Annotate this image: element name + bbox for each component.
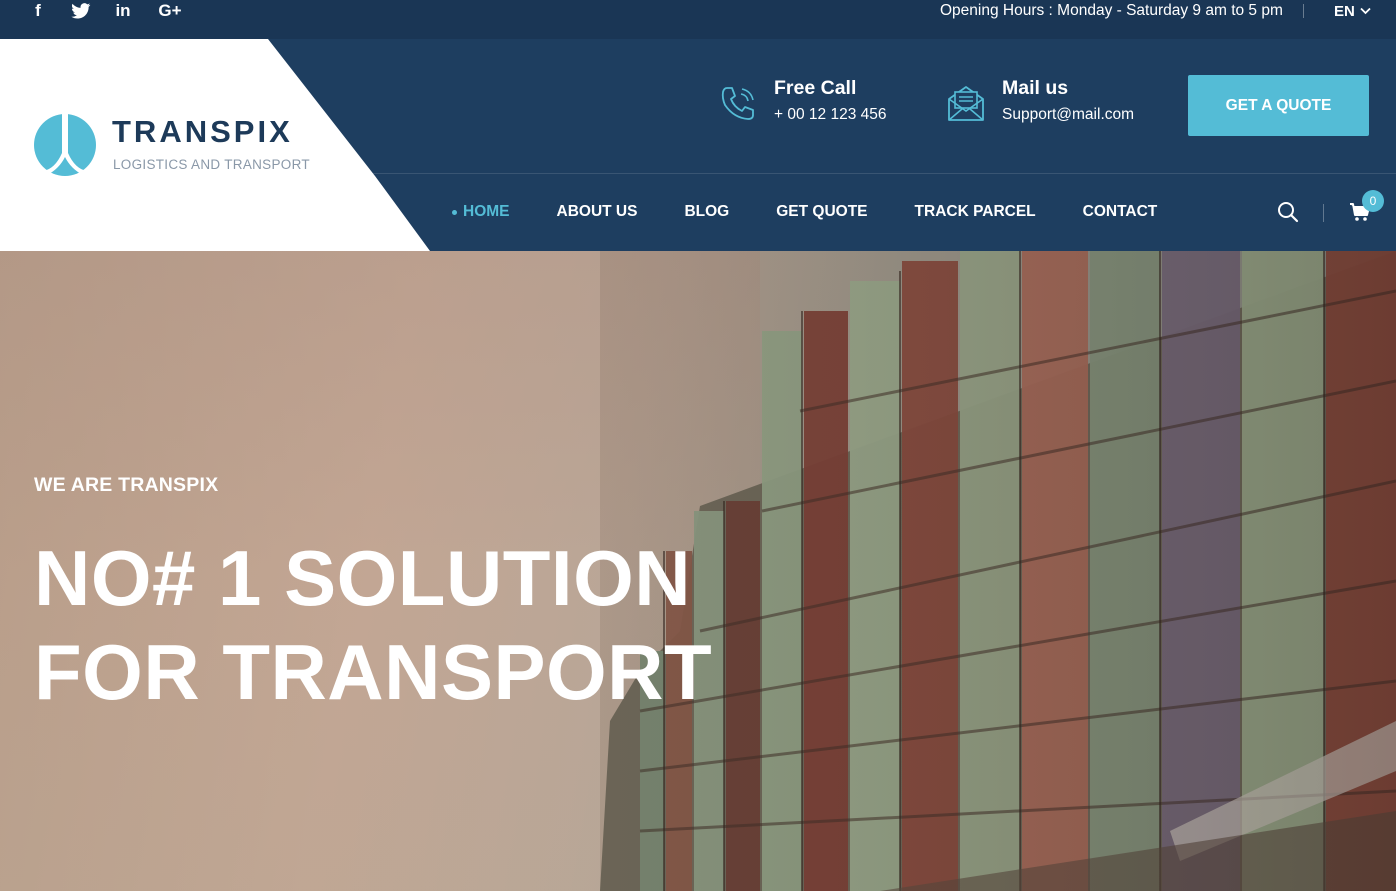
- hero-title-line-2: FOR TRANSPORT: [34, 628, 713, 716]
- call-title: Free Call: [774, 77, 857, 99]
- chevron-down-icon: [1360, 7, 1371, 15]
- topbar-divider: [1303, 4, 1304, 18]
- nav-item-contact[interactable]: CONTACT: [1083, 203, 1158, 221]
- nav-item-blog[interactable]: BLOG: [684, 203, 729, 221]
- logo-icon: [34, 114, 96, 176]
- contact-mail: Mail us Support@mail.com: [946, 76, 1134, 124]
- call-number[interactable]: + 00 12 123 456: [774, 106, 886, 124]
- google-plus-icon[interactable]: G+: [158, 0, 182, 22]
- mail-icon: [948, 86, 984, 121]
- contact-call: Free Call + 00 12 123 456: [718, 76, 886, 124]
- nav-item-track-parcel[interactable]: TRACK PARCEL: [915, 203, 1036, 221]
- facebook-icon[interactable]: f: [30, 0, 46, 22]
- nav-item-about-us[interactable]: ABOUT US: [557, 203, 638, 221]
- nav-item-home[interactable]: HOME: [452, 203, 510, 221]
- phone-icon: [721, 87, 754, 120]
- mail-title: Mail us: [1002, 77, 1069, 99]
- brand-tagline: LOGISTICS AND TRANSPORT: [113, 157, 310, 172]
- active-dot: [452, 209, 457, 215]
- get-a-quote-button[interactable]: GET A QUOTE: [1188, 75, 1369, 136]
- header-divider: [372, 173, 1396, 174]
- hero-banner: WE ARE TRANSPIX NO# 1 SOLUTION FOR TRANS…: [0, 251, 1396, 891]
- hero-title-line-1: NO# 1 SOLUTION: [34, 534, 692, 622]
- social-links: f in G+: [30, 0, 182, 22]
- brand-name: TRANSPIX: [112, 114, 293, 149]
- search-icon[interactable]: [1277, 201, 1299, 223]
- nav-item-get-quote[interactable]: GET QUOTE: [776, 203, 867, 221]
- language-selector[interactable]: EN: [1334, 0, 1371, 22]
- cart-count-badge: 0: [1362, 190, 1384, 212]
- linkedin-icon[interactable]: in: [114, 0, 132, 22]
- nav-label: HOME: [463, 203, 510, 220]
- mail-address[interactable]: Support@mail.com: [1002, 106, 1134, 124]
- hero-subtitle: WE ARE TRANSPIX: [34, 474, 219, 496]
- hero-title: NO# 1 SOLUTION FOR TRANSPORT: [34, 531, 712, 719]
- language-label: EN: [1334, 2, 1355, 20]
- main-nav: HOME ABOUT US BLOG GET QUOTE TRACK PARCE…: [452, 196, 1204, 228]
- nav-divider: [1323, 204, 1324, 222]
- opening-hours: Opening Hours : Monday - Saturday 9 am t…: [940, 2, 1283, 19]
- twitter-icon[interactable]: [70, 0, 92, 22]
